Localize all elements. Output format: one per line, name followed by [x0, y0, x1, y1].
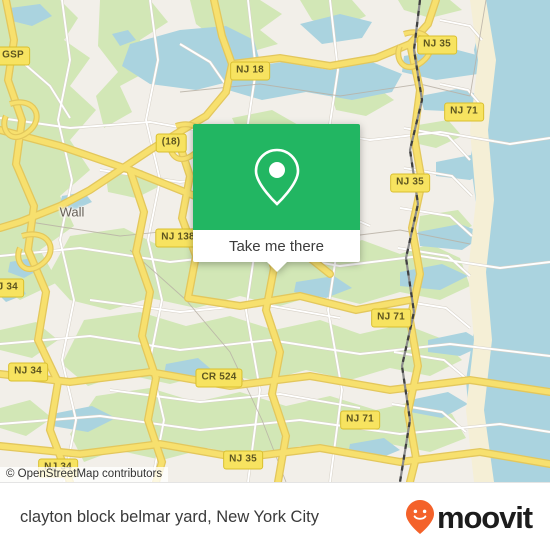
take-me-there-label: Take me there [228, 237, 325, 255]
route-shield-nj71-n[interactable]: NJ 71 [444, 102, 484, 122]
destination-popup-card[interactable]: Take me there [193, 124, 360, 272]
moovit-smiley-pin-icon [405, 500, 434, 534]
popup-footer[interactable]: Take me there [193, 230, 360, 272]
route-shield-nj35-m[interactable]: NJ 35 [390, 173, 430, 193]
route-shield-nj34-w[interactable]: NJ 34 [0, 278, 24, 298]
moovit-brand[interactable]: moovit [405, 499, 533, 535]
bottom-info-bar: clayton block belmar yard, New York City… [0, 482, 550, 550]
map-screenshot: Wall GSP NJ 18 (18) NJ 35 NJ 71 NJ 35 NJ… [0, 0, 550, 550]
route-shield-nj35-n[interactable]: NJ 35 [417, 35, 457, 55]
place-label-wall: Wall [59, 204, 85, 220]
route-shield-nj34-sw[interactable]: NJ 34 [8, 362, 48, 382]
map-canvas[interactable]: Wall GSP NJ 18 (18) NJ 35 NJ 71 NJ 35 NJ… [0, 0, 550, 482]
popup-header [193, 124, 360, 230]
route-shield-nj18[interactable]: NJ 18 [230, 61, 270, 81]
route-shield-nj71-s[interactable]: NJ 71 [340, 410, 380, 430]
location-title: clayton block belmar yard, New York City [20, 507, 319, 526]
route-shield-cr524[interactable]: CR 524 [195, 368, 243, 388]
popup-pointer [266, 262, 287, 272]
route-shield-18[interactable]: (18) [155, 133, 187, 153]
route-shield-nj35-s[interactable]: NJ 35 [223, 450, 263, 470]
osm-attribution[interactable]: © OpenStreetMap contributors [0, 467, 169, 482]
route-shield-nj71-m[interactable]: NJ 71 [371, 308, 411, 328]
moovit-wordmark: moovit [436, 499, 533, 535]
route-shield-gsp[interactable]: GSP [0, 46, 30, 66]
map-pin-icon [254, 148, 299, 206]
